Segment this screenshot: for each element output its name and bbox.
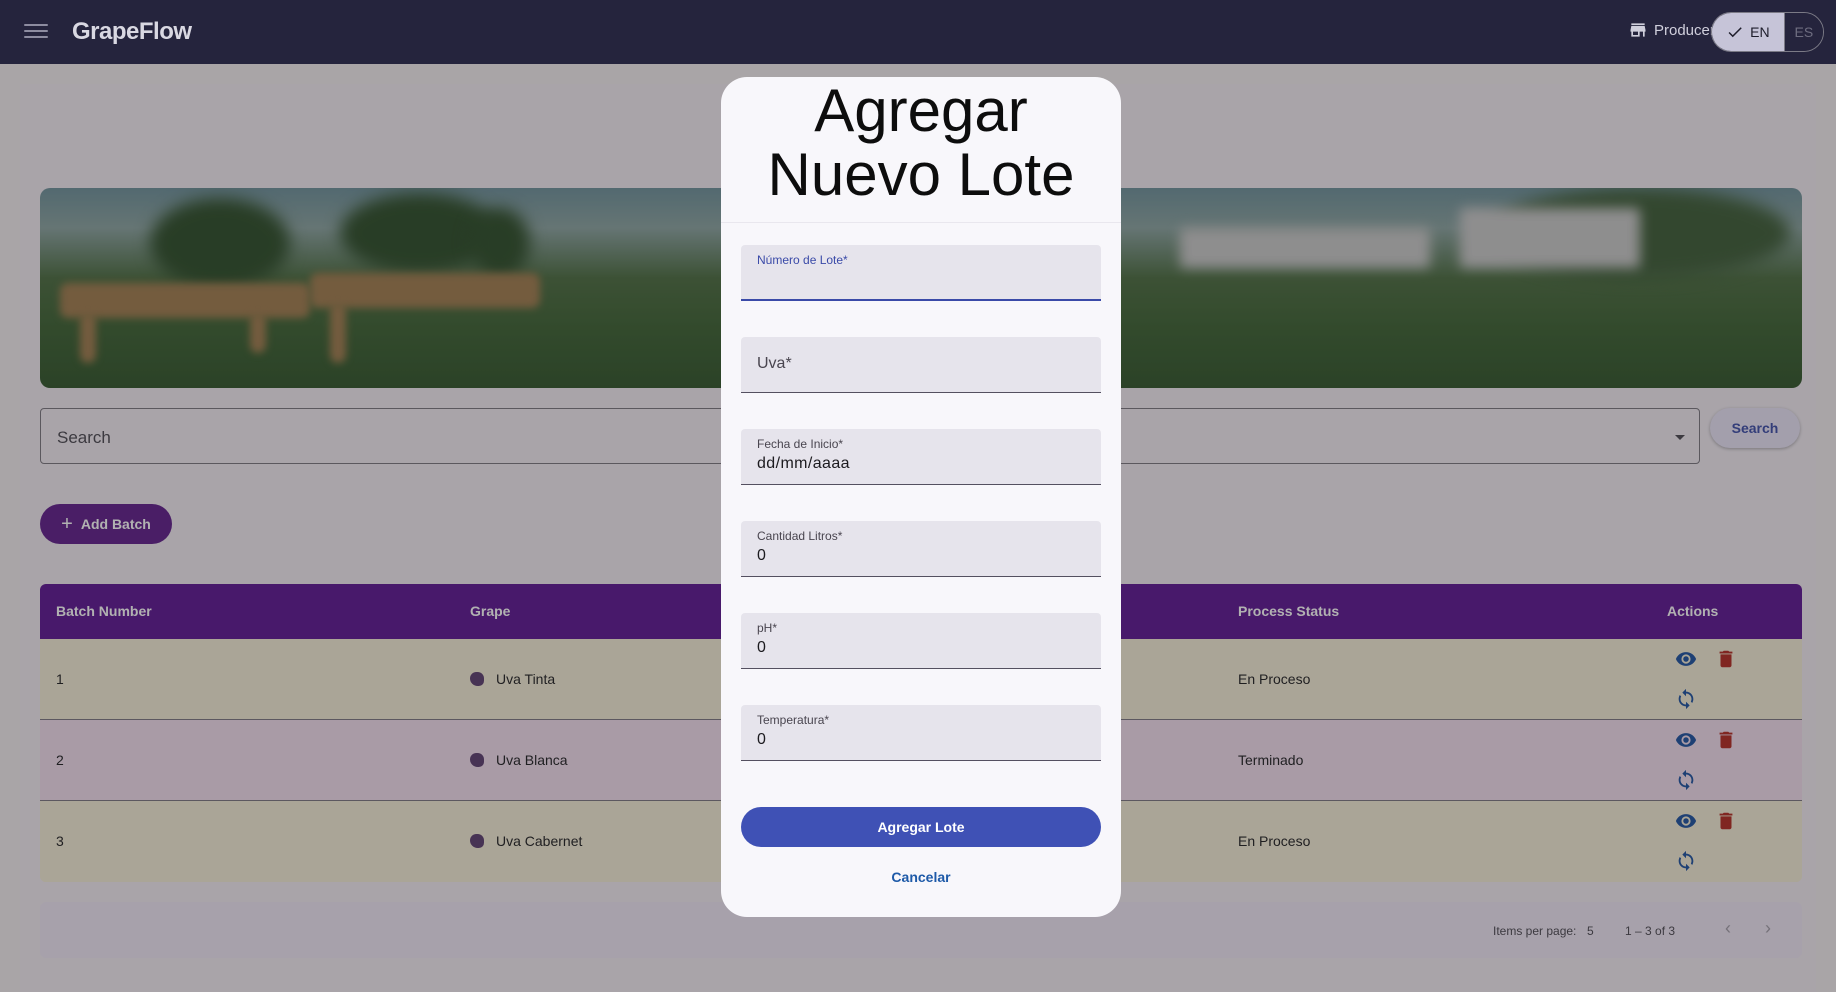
temperature-value: 0 — [757, 731, 767, 748]
start-date-value: dd/mm/aaaa — [757, 455, 850, 472]
add-batch-dialog: Agregar Nuevo Lote Número de Lote* Uva* … — [721, 77, 1121, 917]
liters-field[interactable]: Cantidad Litros* 0 — [741, 521, 1101, 577]
ph-value: 0 — [757, 639, 767, 656]
producer-label: Producer — [1654, 21, 1715, 39]
lang-en-button[interactable]: EN — [1712, 13, 1784, 51]
liters-value: 0 — [757, 547, 767, 564]
batch-number-field[interactable]: Número de Lote* — [741, 245, 1101, 301]
lang-es-button[interactable]: ES — [1783, 13, 1823, 51]
grape-select-label: Uva* — [757, 355, 792, 372]
check-icon — [1728, 27, 1742, 38]
ph-label: pH* — [757, 621, 778, 635]
cancel-button[interactable]: Cancelar — [871, 859, 971, 895]
language-toggle: EN ES — [1711, 12, 1824, 52]
dialog-divider — [721, 222, 1121, 223]
batch-number-label: Número de Lote* — [757, 253, 848, 267]
dialog-title: Agregar Nuevo Lote — [767, 77, 1075, 208]
brand-title: GrapeFlow — [72, 18, 192, 45]
start-date-field[interactable]: Fecha de Inicio* dd/mm/aaaa — [741, 429, 1101, 485]
temperature-label: Temperatura* — [757, 713, 830, 727]
add-lote-button[interactable]: Agregar Lote — [741, 807, 1101, 847]
ph-field[interactable]: pH* 0 — [741, 613, 1101, 669]
start-date-label: Fecha de Inicio* — [757, 437, 844, 451]
temperature-field[interactable]: Temperatura* 0 — [741, 705, 1101, 761]
lang-es-label: ES — [1794, 24, 1814, 40]
grape-select-field[interactable]: Uva* — [741, 337, 1101, 393]
store-icon — [1630, 23, 1646, 37]
producer-menu[interactable]: Producer — [1628, 20, 1715, 40]
top-app-bar: GrapeFlow Producer EN ES — [0, 0, 1836, 64]
menu-icon[interactable] — [24, 24, 48, 42]
lang-en-label: EN — [1750, 24, 1770, 40]
liters-label: Cantidad Litros* — [757, 529, 843, 543]
